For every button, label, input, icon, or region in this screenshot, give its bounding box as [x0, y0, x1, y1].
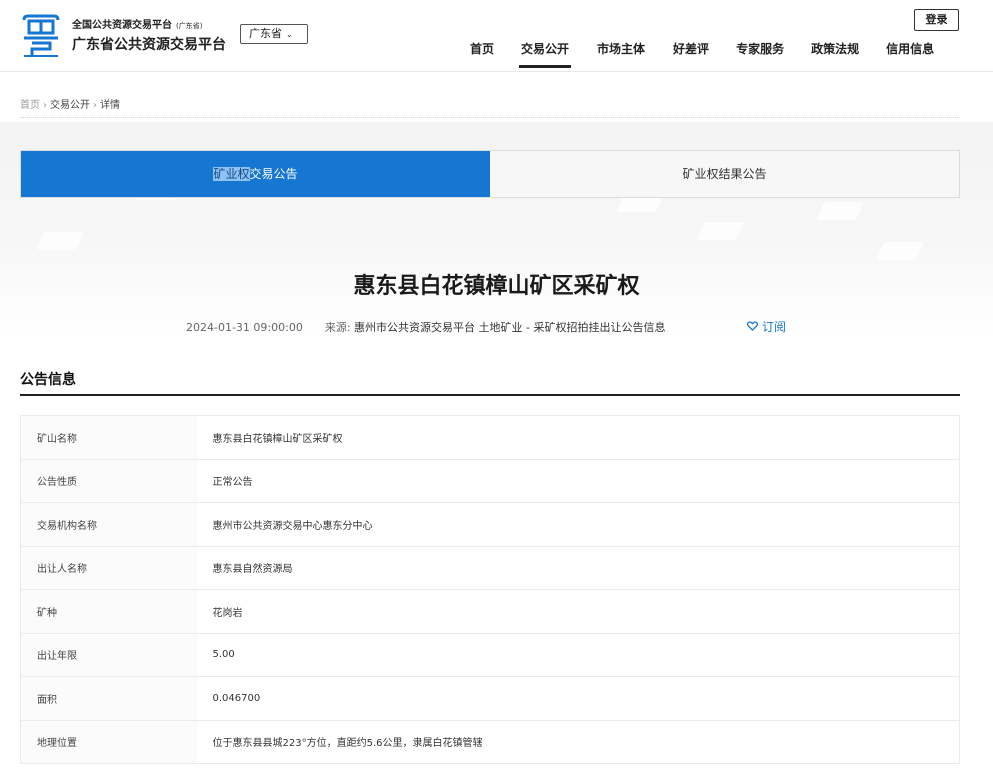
row-key: 矿种 — [20, 589, 197, 633]
table-row: 矿山名称 惠东县白花镇樟山矿区采矿权 — [20, 415, 960, 459]
row-value: 正常公告 — [196, 458, 960, 503]
region-select-value: 广东省 — [249, 27, 282, 40]
subscribe-label: 订阅 — [762, 320, 787, 334]
chevron-down-icon: ⌄ — [286, 30, 293, 39]
chevron-right-icon: › — [43, 100, 47, 111]
row-value: 位于惠东县县城223°方位，直距约5.6公里，隶属白花镇管辖 — [196, 719, 960, 764]
notice-info-table: 矿山名称 惠东县白花镇樟山矿区采矿权 公告性质 正常公告 交易机构名称 惠州市公共资源… — [20, 415, 960, 764]
table-row: 交易机构名称 惠州市公共资源交易中心惠东分中心 — [20, 502, 960, 546]
nav-credit-info[interactable]: 信用信息 — [886, 40, 934, 68]
province-tag: (广东省) — [176, 22, 203, 30]
tab-mining-rights-notice[interactable]: 矿业权交易公告 — [21, 151, 490, 197]
row-key: 出让人名称 — [20, 545, 197, 590]
page-title: 惠东县白花镇樟山矿区采矿权 — [353, 274, 640, 299]
row-value: 惠东县白花镇樟山矿区采矿权 — [212, 433, 343, 445]
row-key: 出让年限 — [20, 632, 197, 677]
guangdong-logo-icon[interactable] — [20, 12, 62, 58]
tab-mining-rights-result[interactable]: 矿业权结果公告 — [490, 151, 959, 197]
row-value: 惠东县自然资源局 — [196, 545, 960, 590]
table-row: 矿种 花岗岩 — [20, 589, 960, 633]
article-meta: 2024-01-31 09:00:00 来源: 惠州市公共资源交易平台 土地矿业 … — [186, 319, 666, 335]
nav-evaluation[interactable]: 好差评 — [673, 40, 709, 68]
breadcrumb: 首页 › 交易公开 › 详情 — [20, 96, 120, 111]
row-key: 地理位置 — [20, 719, 197, 764]
heart-icon — [746, 320, 759, 334]
table-row: 出让人名称 惠东县自然资源局 — [20, 545, 960, 590]
row-value: 5.00 — [196, 632, 960, 677]
source-text: 惠州市公共资源交易平台 土地矿业 - 采矿权招拍挂出让公告信息 — [354, 321, 666, 334]
site-subtitle: 全国公共资源交易平台 (广东省) — [72, 20, 203, 31]
row-key: 面积 — [20, 676, 197, 720]
row-value: 花岗岩 — [196, 589, 960, 633]
nav-trade-open[interactable]: 交易公开 — [519, 40, 572, 68]
row-key: 公告性质 — [20, 458, 197, 503]
tab-label-highlight: 矿业权 — [213, 167, 250, 181]
row-value: 惠州市公共资源交易中心惠东分中心 — [196, 502, 960, 546]
row-value: 0.046700 — [196, 676, 960, 720]
breadcrumb-section[interactable]: 交易公开 — [50, 100, 90, 111]
row-key: 交易机构名称 — [20, 502, 197, 546]
subscribe-button[interactable]: 订阅 — [746, 318, 787, 335]
row-key: 矿山名称 — [20, 415, 197, 459]
chevron-right-icon: › — [93, 100, 97, 111]
breadcrumb-home[interactable]: 首页 — [20, 100, 40, 111]
nav-expert-service[interactable]: 专家服务 — [736, 40, 784, 68]
main-nav: 首页 交易公开 市场主体 好差评 专家服务 政策法规 信用信息 — [470, 40, 934, 68]
section-divider — [20, 394, 960, 396]
table-row: 公告性质 正常公告 — [20, 458, 960, 503]
section-title: 公告信息 — [20, 372, 76, 388]
publish-datetime: 2024-01-31 09:00:00 — [186, 321, 303, 334]
nav-market-entity[interactable]: 市场主体 — [597, 40, 645, 68]
nav-policy[interactable]: 政策法规 — [811, 40, 859, 68]
notice-tabs: 矿业权交易公告 矿业权结果公告 — [20, 150, 960, 198]
table-row: 面积 0.046700 — [20, 676, 960, 720]
breadcrumb-divider — [20, 117, 960, 118]
region-select[interactable]: 广东省 ⌄ — [240, 24, 308, 44]
breadcrumb-current: 详情 — [100, 100, 120, 111]
site-title[interactable]: 广东省公共资源交易平台 — [72, 34, 226, 54]
source-label: 来源: — [324, 321, 351, 334]
table-row: 地理位置 位于惠东县县城223°方位，直距约5.6公里，隶属白花镇管辖 — [20, 719, 960, 764]
nav-home[interactable]: 首页 — [470, 40, 494, 68]
tab-label-rest: 交易公告 — [249, 167, 298, 181]
login-button[interactable]: 登录 — [914, 9, 959, 31]
table-row: 出让年限 5.00 — [20, 632, 960, 677]
site-header: 全国公共资源交易平台 (广东省) 广东省公共资源交易平台 广东省 ⌄ 登录 首页 交… — [0, 0, 993, 72]
